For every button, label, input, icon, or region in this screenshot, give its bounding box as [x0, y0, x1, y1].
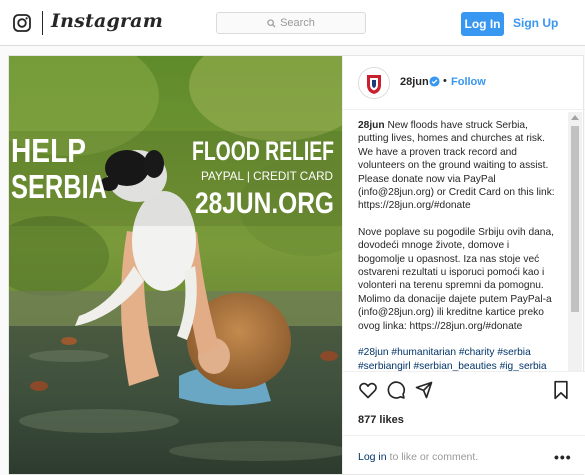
caption-serbian: Nove poplave su pogodile Srbiju ovih dan… — [358, 226, 557, 332]
instagram-wordmark[interactable]: Instagram — [51, 10, 163, 32]
poster-help: HELP — [11, 132, 86, 169]
signup-link[interactable]: Sign Up — [513, 16, 558, 30]
caption-english-text: New floods have struck Serbia, putting l… — [358, 120, 558, 212]
separator-dot: • — [443, 75, 447, 87]
post-username[interactable]: 28jun — [400, 76, 429, 88]
scroll-up-arrow-icon[interactable] — [571, 115, 579, 120]
heart-icon[interactable] — [358, 380, 378, 400]
likes-count[interactable]: 877 likes — [358, 414, 404, 426]
verified-badge-icon — [429, 76, 440, 87]
login-prompt-text: to like or comment. — [386, 451, 479, 463]
post-photo[interactable]: HELP SERBIA FLOOD RELIEF PAYPAL | CREDIT… — [9, 56, 342, 474]
poster-payment-methods: PAYPAL | CREDIT CARD — [201, 169, 333, 183]
follow-button[interactable]: Follow — [451, 76, 486, 88]
login-button[interactable]: Log In — [461, 12, 504, 36]
share-icon[interactable] — [414, 380, 434, 400]
poster-flood-relief: FLOOD RELIEF — [192, 136, 334, 166]
poster-text-overlay: HELP SERBIA FLOOD RELIEF PAYPAL | CREDIT… — [11, 132, 334, 220]
logo-divider — [42, 11, 43, 35]
poster-url: 28JUN.ORG — [195, 187, 334, 220]
post-header: 28jun • Follow — [343, 56, 585, 110]
post-actions: 877 likes Log in to like or comment. ••• — [343, 371, 585, 474]
instagram-glyph-icon[interactable] — [13, 14, 31, 32]
search-icon — [267, 18, 276, 28]
post-card: HELP SERBIA FLOOD RELIEF PAYPAL | CREDIT… — [8, 55, 585, 475]
caption-english: 28jun New floods have struck Serbia, put… — [358, 119, 558, 213]
search-box[interactable]: Search — [216, 12, 366, 34]
search-placeholder: Search — [280, 17, 315, 29]
login-to-comment-row: Log in to like or comment. ••• — [343, 435, 585, 475]
poster-serbia: SERBIA — [11, 168, 107, 205]
login-prompt: Log in to like or comment. — [358, 451, 478, 463]
scrollbar-thumb[interactable] — [571, 126, 579, 312]
post-side-panel: 28jun • Follow 28jun New floods have str… — [342, 56, 585, 474]
login-link[interactable]: Log in — [358, 451, 387, 463]
top-navigation-bar: Instagram Search Log In Sign Up — [0, 0, 585, 46]
comment-icon[interactable] — [386, 380, 406, 400]
bookmark-icon[interactable] — [551, 380, 571, 400]
more-options-icon[interactable]: ••• — [554, 449, 572, 465]
avatar[interactable] — [358, 67, 390, 99]
caption-username[interactable]: 28jun — [358, 120, 385, 131]
avatar-emblem-icon — [359, 68, 389, 98]
